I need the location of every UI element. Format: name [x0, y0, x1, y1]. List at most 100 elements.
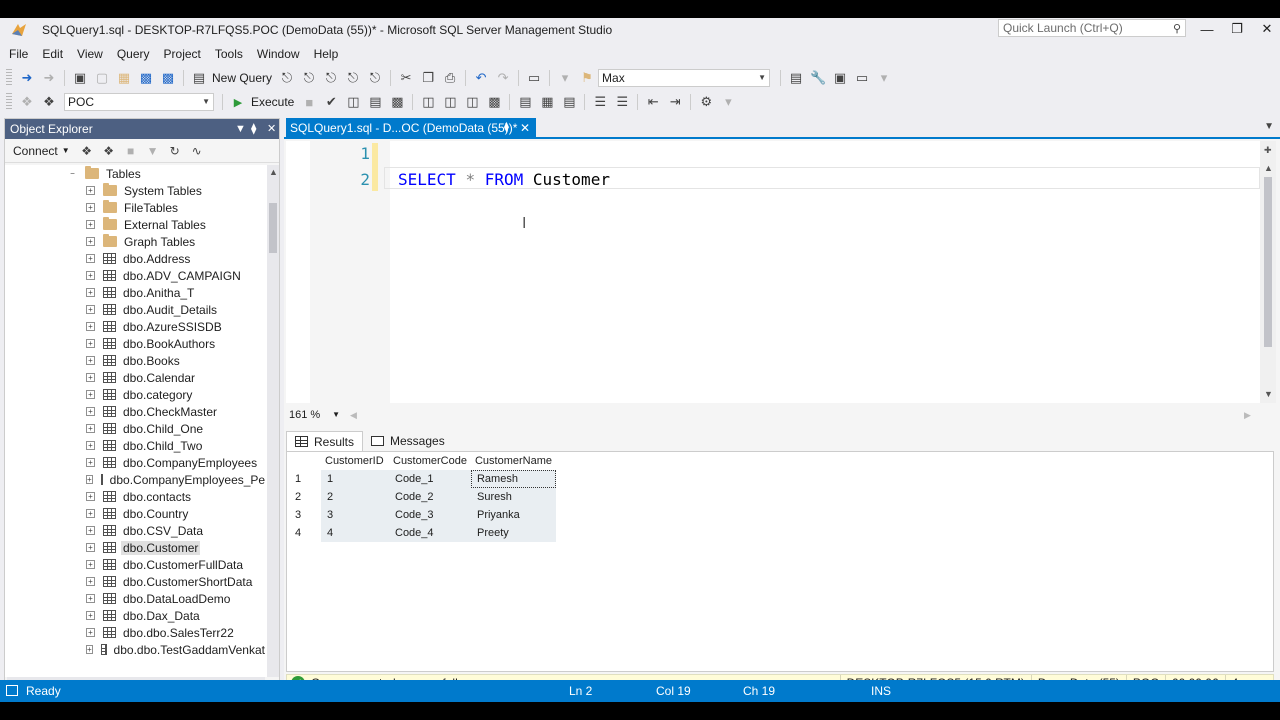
- tree-node[interactable]: + dbo.Dax_Data: [5, 607, 267, 624]
- expand-icon[interactable]: +: [86, 526, 95, 535]
- paste-icon[interactable]: ⎙: [440, 68, 460, 88]
- toolbox-icon[interactable]: ▣: [830, 68, 850, 88]
- toolbar-grip[interactable]: [6, 93, 12, 111]
- client-statistics-icon[interactable]: ▩: [484, 92, 504, 112]
- tree-node[interactable]: + dbo.ADV_CAMPAIGN: [5, 267, 267, 284]
- row-number[interactable]: 2: [291, 488, 321, 506]
- database-engine-query-icon[interactable]: ⎋: [277, 68, 297, 88]
- scrollbar-thumb[interactable]: [269, 203, 277, 253]
- expand-icon[interactable]: +: [86, 220, 95, 229]
- activity-monitor-icon[interactable]: ∿: [187, 141, 207, 161]
- tree-node[interactable]: + dbo.BookAuthors: [5, 335, 267, 352]
- menu-view[interactable]: View: [70, 45, 110, 63]
- expand-icon[interactable]: +: [86, 543, 95, 552]
- scrollbar-thumb[interactable]: [1264, 177, 1272, 347]
- expand-icon[interactable]: +: [86, 424, 95, 433]
- tree-node[interactable]: + dbo.Books: [5, 352, 267, 369]
- expand-icon[interactable]: +: [86, 322, 95, 331]
- row-number[interactable]: 4: [291, 524, 321, 542]
- restore-button[interactable]: ❐: [1222, 18, 1252, 40]
- expand-icon[interactable]: +: [86, 407, 95, 416]
- output-window-icon[interactable]: ▭: [852, 68, 872, 88]
- properties-icon[interactable]: 🔧: [808, 68, 828, 88]
- filter-icon[interactable]: ▼: [143, 141, 163, 161]
- increase-indent-icon[interactable]: ⇥: [665, 92, 685, 112]
- solution-platforms-icon[interactable]: ▾: [555, 68, 575, 88]
- expand-icon[interactable]: +: [86, 356, 95, 365]
- tree-node[interactable]: + dbo.dbo.TestGaddamVenkat: [5, 641, 267, 658]
- tree-vertical-scrollbar[interactable]: ▲: [267, 165, 279, 677]
- tab-results[interactable]: Results: [286, 431, 364, 451]
- tab-messages[interactable]: Messages: [363, 431, 453, 451]
- column-header[interactable]: CustomerID: [321, 452, 389, 470]
- tree-node[interactable]: + System Tables: [5, 182, 267, 199]
- tree-node[interactable]: + dbo.CSV_Data: [5, 522, 267, 539]
- expand-icon[interactable]: +: [86, 203, 95, 212]
- column-header[interactable]: CustomerCode: [389, 452, 471, 470]
- toolbar-grip[interactable]: [6, 69, 12, 87]
- row-number[interactable]: 3: [291, 506, 321, 524]
- grid-cell[interactable]: 4: [321, 524, 389, 542]
- results-to-file-icon[interactable]: ▤: [559, 92, 579, 112]
- expand-icon[interactable]: +: [86, 458, 95, 467]
- expand-icon[interactable]: +: [86, 339, 95, 348]
- available-databases-dropdown[interactable]: POC ▼: [64, 93, 214, 111]
- tree-node[interactable]: + Graph Tables: [5, 233, 267, 250]
- tree-node[interactable]: + dbo.Calendar: [5, 369, 267, 386]
- grid-cell[interactable]: 3: [321, 506, 389, 524]
- expand-icon[interactable]: +: [86, 186, 95, 195]
- scroll-right-icon[interactable]: ▶: [1244, 410, 1251, 421]
- grid-cell[interactable]: Preety: [470, 524, 557, 542]
- grid-cell[interactable]: Priyanka: [470, 506, 557, 524]
- toolbar-options-icon[interactable]: ▾: [874, 68, 894, 88]
- scroll-left-icon[interactable]: ◀: [350, 410, 357, 421]
- change-connection-icon[interactable]: ❖: [39, 92, 59, 112]
- tree-node[interactable]: + dbo.contacts: [5, 488, 267, 505]
- estimated-plan-icon[interactable]: ◫: [343, 92, 363, 112]
- dmx-query-icon[interactable]: ⎋: [321, 68, 341, 88]
- grid-cell[interactable]: Code_4: [389, 524, 471, 542]
- expand-icon[interactable]: +: [86, 390, 95, 399]
- tree-node[interactable]: + dbo.CustomerFullData: [5, 556, 267, 573]
- connect-plug-icon[interactable]: ❖: [77, 141, 97, 161]
- dax-query-icon[interactable]: ⎋: [365, 68, 385, 88]
- add-item-icon[interactable]: ▢: [92, 68, 112, 88]
- tree-node[interactable]: + dbo.CompanyEmployees: [5, 454, 267, 471]
- decrease-indent-icon[interactable]: ⇤: [643, 92, 663, 112]
- redo-icon[interactable]: ↷: [493, 68, 513, 88]
- tree-node[interactable]: + dbo.Audit_Details: [5, 301, 267, 318]
- cancel-query-icon[interactable]: ■: [299, 92, 319, 112]
- tree-node[interactable]: + dbo.category: [5, 386, 267, 403]
- new-query-button[interactable]: New Query: [212, 71, 272, 85]
- grid-cell[interactable]: Suresh: [470, 488, 557, 506]
- tree-node[interactable]: + dbo.Child_One: [5, 420, 267, 437]
- activity-monitor-icon[interactable]: ▭: [524, 68, 544, 88]
- expand-icon[interactable]: +: [86, 628, 95, 637]
- intellisense-icon[interactable]: ◫: [418, 92, 438, 112]
- column-header[interactable]: CustomerName: [470, 452, 557, 470]
- save-icon[interactable]: ▩: [136, 68, 156, 88]
- parse-check-icon[interactable]: ✔: [321, 92, 341, 112]
- tree-node[interactable]: + dbo.CompanyEmployees_Pe: [5, 471, 267, 488]
- tree-node[interactable]: + External Tables: [5, 216, 267, 233]
- execute-button[interactable]: Execute: [251, 95, 294, 109]
- panel-menu-icon[interactable]: ▼: [235, 119, 246, 139]
- expand-icon[interactable]: +: [86, 611, 95, 620]
- grid-cell[interactable]: Code_1: [389, 470, 471, 488]
- forward-icon[interactable]: ➜: [39, 68, 59, 88]
- menu-file[interactable]: File: [2, 45, 35, 63]
- save-all-icon[interactable]: ▩: [158, 68, 178, 88]
- query-options-icon[interactable]: ▩: [387, 92, 407, 112]
- results-to-grid-icon[interactable]: ▦: [537, 92, 557, 112]
- menu-help[interactable]: Help: [307, 45, 346, 63]
- comment-icon[interactable]: ☰: [590, 92, 610, 112]
- tab-overflow-icon[interactable]: ▼: [1264, 121, 1274, 132]
- open-folder-icon[interactable]: ▦: [114, 68, 134, 88]
- undo-icon[interactable]: ↶: [471, 68, 491, 88]
- scroll-up-icon[interactable]: ▲: [269, 167, 278, 177]
- expand-icon[interactable]: +: [86, 271, 95, 280]
- actual-plan-icon[interactable]: ◫: [440, 92, 460, 112]
- expand-icon[interactable]: +: [86, 645, 93, 654]
- split-icon[interactable]: ✚: [1264, 145, 1272, 156]
- row-number[interactable]: 1: [291, 470, 321, 488]
